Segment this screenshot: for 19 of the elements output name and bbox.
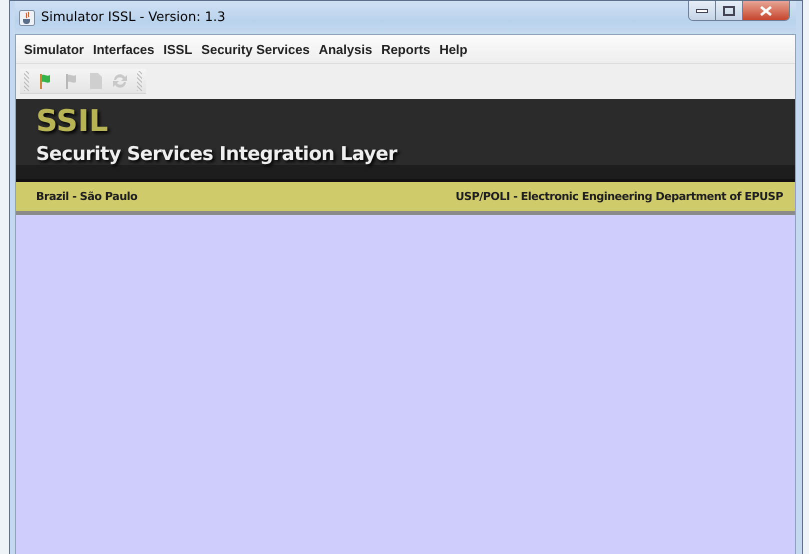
menu-item[interactable]: Reports — [377, 42, 434, 56]
java-cup-icon — [19, 10, 35, 26]
department-text: USP/POLI - Electronic Engineering Department of EPUSP — [456, 190, 783, 203]
maximize-icon — [723, 6, 735, 16]
logo-text: SSIL — [36, 105, 110, 139]
close-icon — [760, 6, 772, 16]
minimize-button[interactable] — [689, 1, 716, 20]
close-button[interactable] — [743, 1, 789, 20]
menu-item[interactable]: Security Services — [197, 42, 314, 56]
maximize-button[interactable] — [716, 1, 743, 20]
menu-item[interactable]: Help — [435, 42, 472, 56]
minimize-icon — [696, 8, 708, 14]
menu-item[interactable]: Simulator — [20, 42, 88, 56]
menu-item[interactable]: Interfaces — [88, 42, 158, 56]
menu-item[interactable]: Analysis — [314, 42, 376, 56]
location-text: Brazil - São Paulo — [36, 190, 138, 203]
menu-item[interactable]: ISSL — [159, 42, 196, 56]
window-title: Simulator ISSL - Version: 1.3 — [41, 10, 226, 25]
banner-subtitle: Security Services Integration Layer — [36, 143, 397, 165]
